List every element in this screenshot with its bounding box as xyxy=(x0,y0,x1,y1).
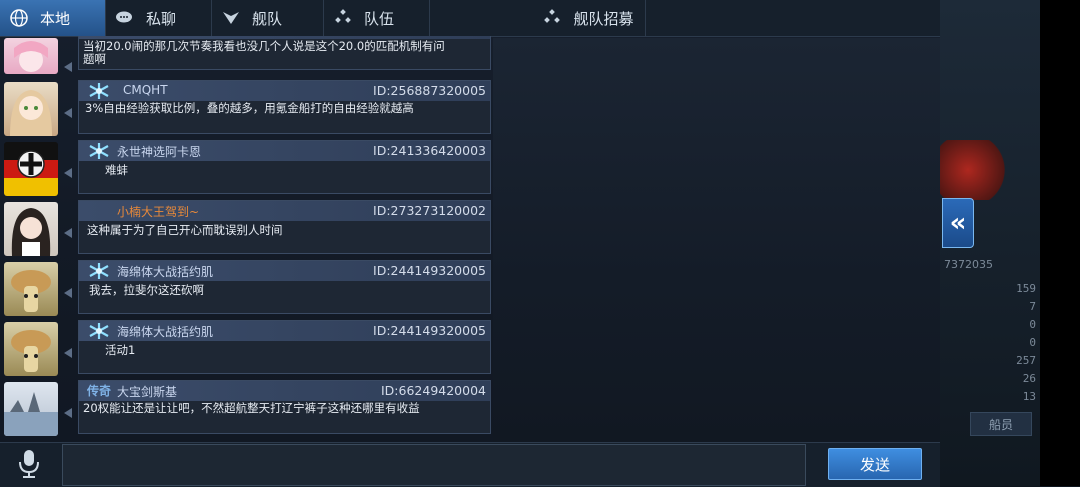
tab-fleet[interactable]: 舰队 xyxy=(212,0,324,36)
message-bubble: 海绵体大战括约肌 ID:244149320005 活动1 xyxy=(78,320,491,374)
sender-id: ID:273273120002 xyxy=(373,203,486,218)
sender-name[interactable]: 大宝剑斯基 xyxy=(117,383,177,400)
stat-value: 26 xyxy=(1022,372,1036,385)
speech-bubbles-icon xyxy=(114,7,136,29)
message-text: 这种属于为了自己开心而耽误别人时间 xyxy=(87,223,283,237)
bubble-pointer xyxy=(64,62,72,72)
avatar[interactable] xyxy=(4,322,58,376)
crew-button[interactable]: 船员 xyxy=(970,412,1032,436)
avatar[interactable] xyxy=(4,82,58,136)
microphone-icon[interactable] xyxy=(14,448,44,480)
list-item: 小楠大王驾到~ ID:273273120002 这种属于为了自己开心而耽误别人时… xyxy=(0,200,493,258)
stat-value: 257 xyxy=(1016,354,1036,367)
globe-icon xyxy=(8,7,30,29)
stat-value: 159 xyxy=(1016,282,1036,295)
tab-private[interactable]: 私聊 xyxy=(106,0,212,36)
tab-label: 舰队 xyxy=(252,9,283,28)
avatar[interactable] xyxy=(4,382,58,436)
avatar[interactable] xyxy=(4,142,58,196)
tab-label: 私聊 xyxy=(146,9,177,28)
sender-id: ID:256887320005 xyxy=(373,83,486,98)
sender-name[interactable]: 海绵体大战括约肌 xyxy=(117,323,213,340)
double-chevron-left-icon: « xyxy=(949,208,967,238)
message-text: 难蚌 xyxy=(105,163,128,177)
sender-name[interactable]: 永世神选阿卡恩 xyxy=(117,143,201,160)
message-bubble: CMQHT ID:256887320005 3%自由经验获取比例，叠的越多，用氪… xyxy=(78,80,491,134)
list-item: 永世神选阿卡恩 ID:241336420003 难蚌 xyxy=(0,140,493,198)
message-text: 我去，拉斐尔这还砍啊 xyxy=(89,283,204,297)
bubble-pointer xyxy=(64,288,72,298)
message-bubble: 海绵体大战括约肌 ID:244149320005 我去，拉斐尔这还砍啊 xyxy=(78,260,491,314)
bubble-pointer xyxy=(64,408,72,418)
message-header: 海绵体大战括约肌 ID:244149320005 xyxy=(79,321,490,341)
snowflake-icon xyxy=(85,262,113,280)
chat-background xyxy=(493,38,940,442)
sender-name[interactable]: CMQHT xyxy=(123,83,168,97)
legend-badge: 传奇 xyxy=(87,384,112,398)
list-item: 海绵体大战括约肌 ID:244149320005 我去，拉斐尔这还砍啊 xyxy=(0,260,493,318)
chat-tabs: 本地 私聊 舰队 队伍 舰队招募 xyxy=(0,0,940,37)
avatar[interactable] xyxy=(4,38,58,74)
sender-name[interactable]: 小楠大王驾到~ xyxy=(117,203,199,220)
tab-local[interactable]: 本地 xyxy=(0,0,106,36)
tab-label: 队伍 xyxy=(364,9,395,28)
snowflake-icon xyxy=(85,82,113,100)
chat-panel: 本地 私聊 舰队 队伍 舰队招募 当初20.0闹的那几次节奏我看也没几个人说是这… xyxy=(0,0,940,487)
message-bubble: 永世神选阿卡恩 ID:241336420003 难蚌 xyxy=(78,140,491,194)
tab-label: 本地 xyxy=(40,9,71,28)
collapse-chat-button[interactable]: « xyxy=(942,198,974,248)
message-header: 永世神选阿卡恩 ID:241336420003 xyxy=(79,141,490,161)
team-icon xyxy=(332,7,354,29)
message-text: 20权能让还是让让吧，不然超航整天打辽宁裤子这种还哪里有收益 xyxy=(83,401,420,415)
message-header: 海绵体大战括约肌 ID:244149320005 xyxy=(79,261,490,281)
message-header: 传奇 大宝剑斯基 ID:66249420004 xyxy=(79,381,490,401)
message-text: 当初20.0闹的那几次节奏我看也没几个人说是这个20.0的匹配机制有问题啊 xyxy=(83,39,445,66)
message-list[interactable]: 当初20.0闹的那几次节奏我看也没几个人说是这个20.0的匹配机制有问题啊 CM… xyxy=(0,36,493,442)
avatar[interactable] xyxy=(4,202,58,256)
snowflake-icon xyxy=(85,322,113,340)
message-input[interactable] xyxy=(62,444,806,486)
stat-value: 13 xyxy=(1022,390,1036,403)
list-item: 海绵体大战括约肌 ID:244149320005 活动1 xyxy=(0,320,493,378)
snowflake-icon xyxy=(85,142,113,160)
tab-label: 舰队招募 xyxy=(573,9,634,28)
recruit-icon xyxy=(541,7,563,29)
sender-name[interactable]: 海绵体大战括约肌 xyxy=(117,263,213,280)
list-item: CMQHT ID:256887320005 3%自由经验获取比例，叠的越多，用氪… xyxy=(0,80,493,138)
message-header: CMQHT ID:256887320005 xyxy=(79,81,490,101)
screen-edge xyxy=(1040,0,1080,486)
ship-emblem xyxy=(940,140,1010,200)
bubble-pointer xyxy=(64,168,72,178)
list-item: 传奇 大宝剑斯基 ID:66249420004 20权能让还是让让吧，不然超航整… xyxy=(0,380,493,438)
tab-team[interactable]: 队伍 xyxy=(324,0,430,36)
message-header xyxy=(79,36,490,39)
stat-value: 7 xyxy=(1029,300,1036,313)
message-text: 3%自由经验获取比例，叠的越多，用氪金船打的自由经验就越高 xyxy=(85,101,414,115)
sender-id: ID:241336420003 xyxy=(373,143,486,158)
message-bubble: 传奇 大宝剑斯基 ID:66249420004 20权能让还是让让吧，不然超航整… xyxy=(78,380,491,434)
stat-value: 0 xyxy=(1029,318,1036,331)
message-text: 活动1 xyxy=(105,343,136,357)
sender-id: ID:66249420004 xyxy=(380,383,486,398)
send-button[interactable]: 发送 xyxy=(828,448,922,480)
sender-id: ID:244149320005 xyxy=(373,323,486,338)
ship-id-fragment: 7372035 xyxy=(944,258,993,271)
bubble-pointer xyxy=(64,348,72,358)
list-item: 当初20.0闹的那几次节奏我看也没几个人说是这个20.0的匹配机制有问题啊 xyxy=(0,36,493,76)
sender-id: ID:244149320005 xyxy=(373,263,486,278)
tab-fleet-recruit[interactable]: 舰队招募 xyxy=(430,0,646,36)
message-bubble: 当初20.0闹的那几次节奏我看也没几个人说是这个20.0的匹配机制有问题啊 xyxy=(78,36,491,70)
bubble-pointer xyxy=(64,228,72,238)
avatar[interactable] xyxy=(4,262,58,316)
fleet-icon xyxy=(220,7,242,29)
message-bubble: 小楠大王驾到~ ID:273273120002 这种属于为了自己开心而耽误别人时… xyxy=(78,200,491,254)
stat-value: 0 xyxy=(1029,336,1036,349)
bubble-pointer xyxy=(64,108,72,118)
message-header: 小楠大王驾到~ ID:273273120002 xyxy=(79,201,490,221)
